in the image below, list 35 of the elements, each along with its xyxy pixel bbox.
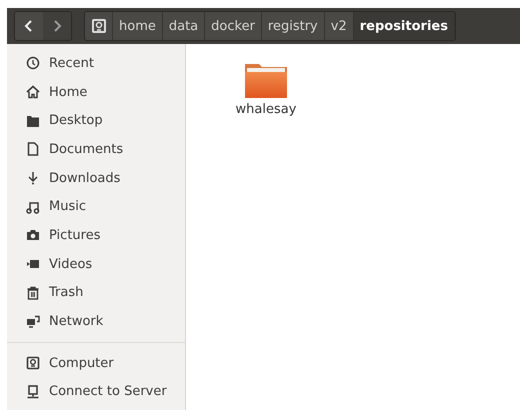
back-button[interactable] (15, 12, 43, 40)
folder-icon (243, 62, 289, 100)
sidebar-item[interactable]: Computer (7, 348, 185, 378)
sidebar-item[interactable]: Trash (7, 278, 185, 308)
camera-icon (26, 228, 40, 242)
chevron-right-icon (52, 20, 62, 32)
computer-icon (92, 19, 106, 33)
home-icon (26, 85, 40, 100)
sidebar-item[interactable]: Music (7, 192, 185, 222)
path-crumb[interactable]: home (113, 12, 163, 40)
path-crumb[interactable]: data (162, 12, 206, 40)
network-icon (26, 314, 40, 329)
sidebar-item[interactable]: Network (7, 307, 185, 336)
folder-icon (26, 114, 40, 128)
path-crumb[interactable]: docker (205, 12, 262, 40)
chevron-left-icon (24, 20, 34, 32)
sidebar-item[interactable]: Videos (7, 250, 185, 278)
sidebar-item[interactable]: Home (7, 78, 185, 106)
server-icon (26, 384, 40, 399)
path-crumb[interactable]: v2 (324, 12, 354, 40)
document-icon (26, 142, 40, 156)
sidebar-item[interactable]: Documents (7, 135, 185, 164)
computer-icon (26, 356, 40, 370)
computer-crumb[interactable] (85, 12, 113, 40)
file-name: whalesay (236, 102, 296, 117)
sidebar-item[interactable]: Desktop (7, 106, 185, 136)
sidebar-item[interactable]: Connect to Server (7, 378, 185, 406)
download-icon (26, 171, 40, 186)
clock-icon (26, 56, 40, 70)
sidebar-item[interactable]: Downloads (7, 164, 185, 192)
sidebar-item[interactable]: Pictures (7, 221, 185, 250)
music-icon (26, 200, 40, 214)
sidebar-item[interactable]: Recent (7, 49, 185, 78)
trash-icon (26, 286, 40, 300)
path-crumb[interactable]: registry (262, 12, 325, 40)
